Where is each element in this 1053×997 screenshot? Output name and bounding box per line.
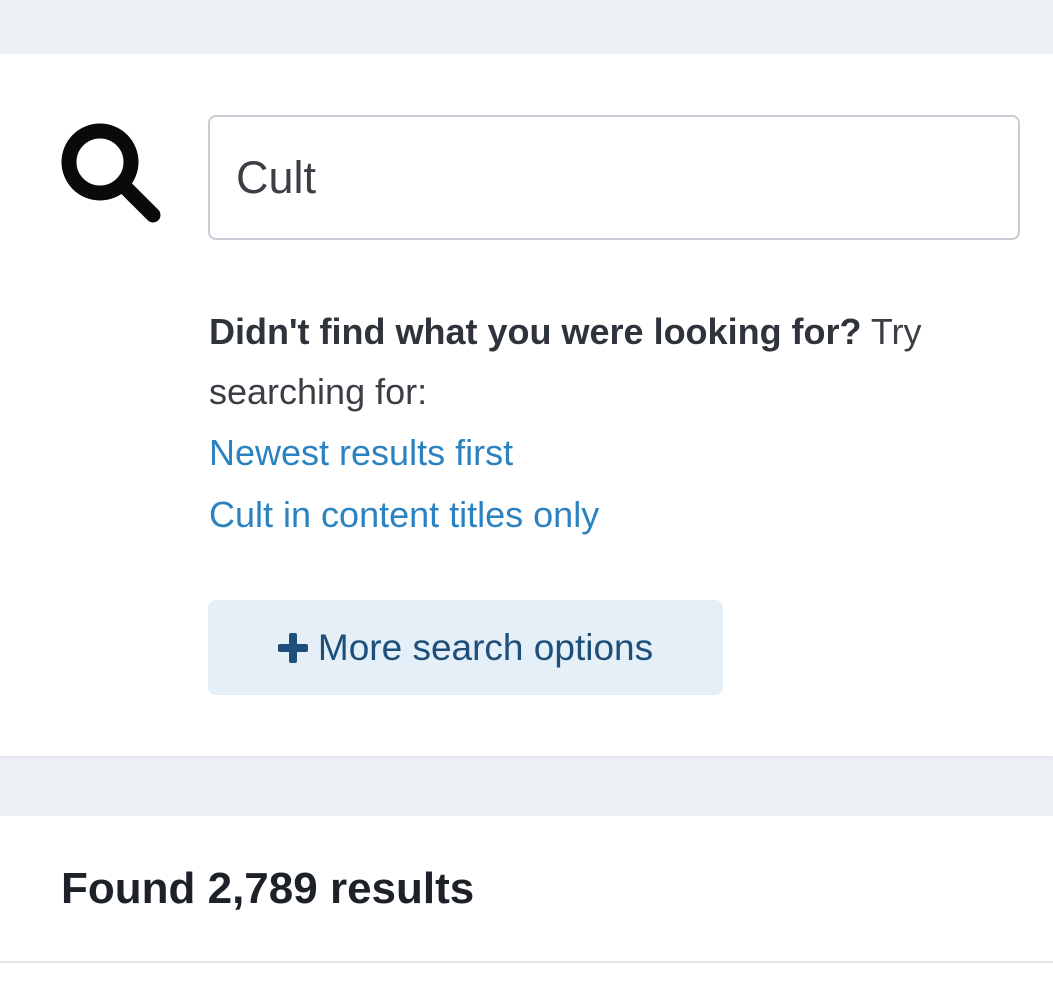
search-icon[interactable]	[58, 120, 164, 224]
more-search-options-label: More search options	[317, 626, 654, 668]
suggestion-text: Didn't find what you were looking for? T…	[209, 302, 1019, 422]
divider	[0, 961, 1053, 963]
results-count: Found 2,789 results	[61, 864, 475, 913]
top-background-strip	[0, 0, 1053, 54]
search-suggestions: Didn't find what you were looking for? T…	[209, 302, 1019, 546]
suggestion-heading: Didn't find what you were looking for?	[209, 311, 862, 352]
more-search-options-button[interactable]: More search options	[208, 600, 723, 695]
titles-only-link[interactable]: Cult in content titles only	[209, 484, 1019, 546]
plus-icon	[277, 632, 308, 663]
search-input[interactable]	[208, 115, 1020, 240]
newest-results-link[interactable]: Newest results first	[209, 422, 1019, 484]
